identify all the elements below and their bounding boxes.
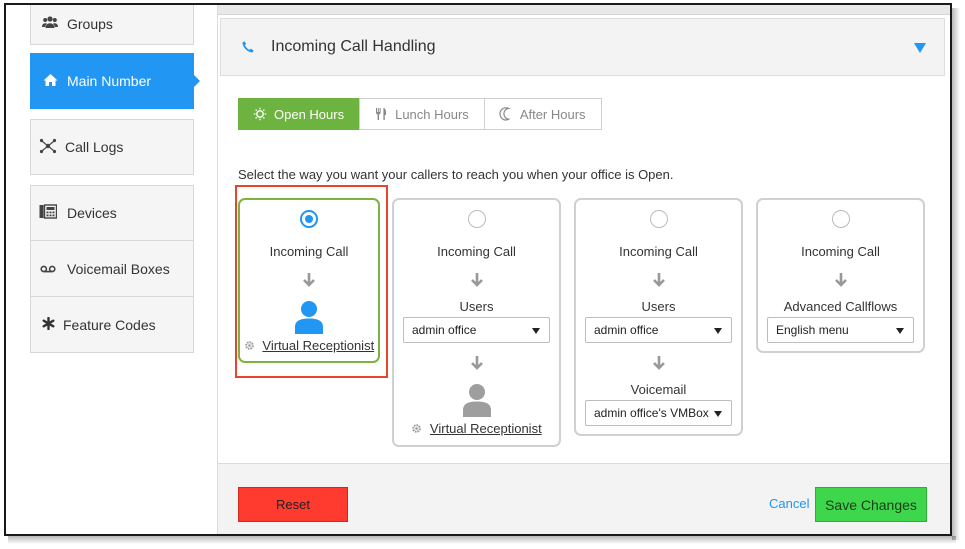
sidebar-item-label: Groups <box>67 15 113 32</box>
receptionist-person-icon <box>462 384 491 417</box>
sidebar-item-label: Devices <box>67 205 117 221</box>
tab-lunch-hours[interactable]: Lunch Hours <box>359 98 485 130</box>
users-icon <box>41 15 59 32</box>
tab-open-hours[interactable]: Open Hours <box>238 98 361 130</box>
users-label: Users <box>641 299 676 314</box>
incoming-call-label: Incoming Call <box>619 244 698 259</box>
voicemail-select[interactable]: admin office's VMBox <box>585 400 732 426</box>
chevron-down-icon <box>532 328 540 334</box>
sidebar-item-call-logs[interactable]: Call Logs <box>30 119 194 175</box>
sidebar-item-label: Feature Codes <box>63 316 156 333</box>
users-select-value: admin office <box>412 323 477 337</box>
chevron-down-icon <box>714 328 722 334</box>
users-select-value: admin office <box>594 323 659 337</box>
arrow-down-icon <box>470 356 483 370</box>
selection-highlight <box>235 185 388 378</box>
phone-icon <box>242 41 254 53</box>
sidebar-item-feature-codes[interactable]: Feature Codes <box>30 297 194 353</box>
users-label: Users <box>459 299 494 314</box>
sidebar-item-groups[interactable]: Groups <box>30 5 194 45</box>
screenshot-frame: Groups Main Number Call Logs Devices Voi <box>4 3 952 536</box>
users-select[interactable]: admin office <box>403 317 550 343</box>
sun-icon <box>253 107 267 121</box>
sidebar-item-label: Voicemail Boxes <box>67 260 170 277</box>
voicemail-label: Voicemail <box>630 382 687 397</box>
chevron-down-icon <box>896 328 904 334</box>
gear-icon <box>412 424 422 433</box>
arrow-down-icon <box>652 356 665 370</box>
voicemail-icon <box>39 261 57 277</box>
sidebar-item-main-number[interactable]: Main Number <box>30 53 200 109</box>
option-radio[interactable] <box>467 210 486 228</box>
arrow-down-icon <box>652 273 665 287</box>
panel-title: Incoming Call Handling <box>271 38 436 55</box>
chevron-down-icon <box>714 411 722 417</box>
tab-after-hours[interactable]: After Hours <box>483 98 602 130</box>
advanced-callflows-label: Advanced Callflows <box>783 299 898 314</box>
previous-section-edge <box>218 5 950 15</box>
virtual-receptionist-link-label: Virtual Receptionist <box>429 421 542 436</box>
sidebar-item-label: Main Number <box>67 73 152 89</box>
frame-shadow-right <box>952 8 960 540</box>
tab-label: After Hours <box>519 106 586 122</box>
asterisk-icon <box>39 316 57 333</box>
incoming-call-label: Incoming Call <box>437 244 516 259</box>
option-radio[interactable] <box>649 210 668 228</box>
instruction-text: Select the way you want your callers to … <box>238 167 674 182</box>
sidebar-item-label: Call Logs <box>65 139 124 155</box>
option-radio[interactable] <box>831 210 850 228</box>
sidebar-item-devices[interactable]: Devices <box>30 185 194 241</box>
option-users-then-voicemail[interactable]: Incoming Call Users admin office Voicema… <box>574 198 743 436</box>
call-logs-icon <box>39 138 57 157</box>
virtual-receptionist-link[interactable]: Virtual Receptionist <box>394 421 559 436</box>
panel-footer: Reset Cancel Save Changes <box>218 463 950 534</box>
arrow-down-icon <box>834 273 847 287</box>
devices-icon <box>39 204 58 222</box>
frame-shadow-bottom <box>8 536 956 544</box>
arrow-down-icon <box>470 273 483 287</box>
voicemail-select-value: admin office's VMBox <box>594 406 709 420</box>
option-users-then-receptionist[interactable]: Incoming Call Users admin office Virtual… <box>392 198 561 447</box>
cancel-link[interactable]: Cancel <box>769 496 809 511</box>
reset-button[interactable]: Reset <box>238 487 348 522</box>
collapse-caret-icon[interactable] <box>914 43 926 53</box>
panel-header[interactable]: Incoming Call Handling <box>220 18 945 76</box>
tab-label: Lunch Hours <box>395 106 469 122</box>
save-changes-button[interactable]: Save Changes <box>815 487 927 522</box>
incoming-call-label: Incoming Call <box>801 244 880 259</box>
home-icon <box>41 73 59 90</box>
callflow-select[interactable]: English menu <box>767 317 914 343</box>
utensils-icon <box>376 108 387 120</box>
tab-label: Open Hours <box>274 106 345 122</box>
users-select[interactable]: admin office <box>585 317 732 343</box>
callflow-select-value: English menu <box>776 323 849 337</box>
hours-tabs: Open Hours Lunch Hours After Hours <box>238 98 602 130</box>
moon-icon <box>499 107 511 121</box>
option-advanced-callflows[interactable]: Incoming Call Advanced Callflows English… <box>756 198 925 353</box>
sidebar-item-voicemail-boxes[interactable]: Voicemail Boxes <box>30 241 194 297</box>
